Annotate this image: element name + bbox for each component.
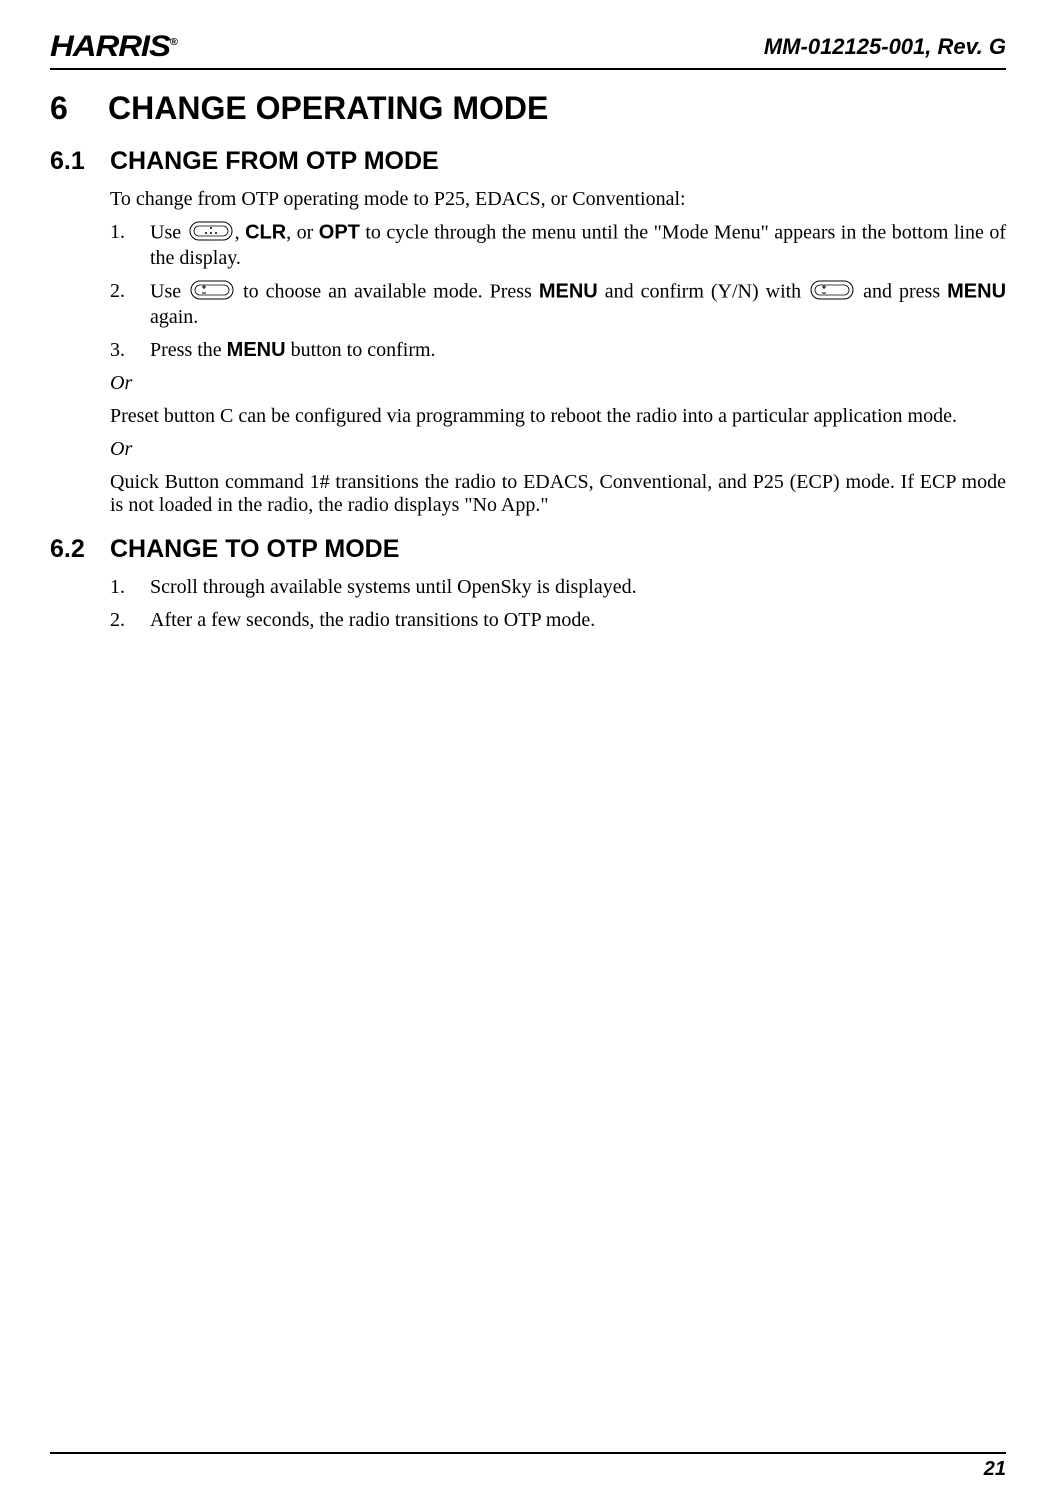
menu-key-label: MENU [227,339,286,361]
section-title: CHANGE OPERATING MODE [108,90,548,127]
subsection-title: CHANGE TO OTP MODE [110,535,399,564]
subsection-title: CHANGE FROM OTP MODE [110,147,439,176]
subsection-number: 6.2 [50,535,88,564]
body-paragraph: Preset button C can be configured via pr… [110,405,1006,428]
intro-text: To change from OTP operating mode to P25… [110,188,1006,211]
section-heading: 6 CHANGE OPERATING MODE [50,90,1006,127]
list-body: After a few seconds, the radio transitio… [150,609,1006,632]
body-paragraph: Quick Button command 1# transitions the … [110,471,1006,517]
list-body: Use to choose an available mode. Press M… [150,280,1006,329]
list-item: 3. Press the MENU button to confirm. [110,339,1006,362]
dpad-button-icon [189,221,233,247]
subsection-heading: 6.2 CHANGE TO OTP MODE [50,535,1006,564]
page-footer: 21 [50,1452,1006,1481]
harris-logo: HARRIS® [50,30,177,64]
list-body: Scroll through available systems until O… [150,576,1006,599]
menu-key-label: MENU [947,281,1006,303]
list-number: 1. [110,576,132,599]
list-body: Press the MENU button to confirm. [150,339,1006,362]
list-number: 1. [110,221,132,270]
list-item: 2. After a few seconds, the radio transi… [110,609,1006,632]
page-header: HARRIS® MM-012125-001, Rev. G [50,30,1006,70]
list-number: 2. [110,280,132,329]
procedure-list: 1. Use , CLR, or OPT to cycle through th… [110,221,1006,362]
clr-key-label: CLR [245,222,286,244]
logo-registered: ® [170,37,177,48]
procedure-list: 1. Scroll through available systems unti… [110,576,1006,632]
opt-key-label: OPT [319,222,360,244]
or-text: Or [110,438,1006,461]
list-body: Use , CLR, or OPT to cycle through the m… [150,221,1006,270]
list-item: 2. Use to choose an available mode. Pres… [110,280,1006,329]
list-number: 2. [110,609,132,632]
list-item: 1. Use , CLR, or OPT to cycle through th… [110,221,1006,270]
list-item: 1. Scroll through available systems unti… [110,576,1006,599]
or-text: Or [110,372,1006,395]
logo-text: HARRIS [50,30,170,63]
plus-minus-button-icon [810,280,854,306]
menu-key-label: MENU [539,281,598,303]
subsection-heading: 6.1 CHANGE FROM OTP MODE [50,147,1006,176]
section-number: 6 [50,90,80,127]
list-number: 3. [110,339,132,362]
document-id: MM-012125-001, Rev. G [764,34,1006,60]
page-number: 21 [984,1458,1006,1480]
plus-minus-button-icon [190,280,234,306]
subsection-number: 6.1 [50,147,88,176]
